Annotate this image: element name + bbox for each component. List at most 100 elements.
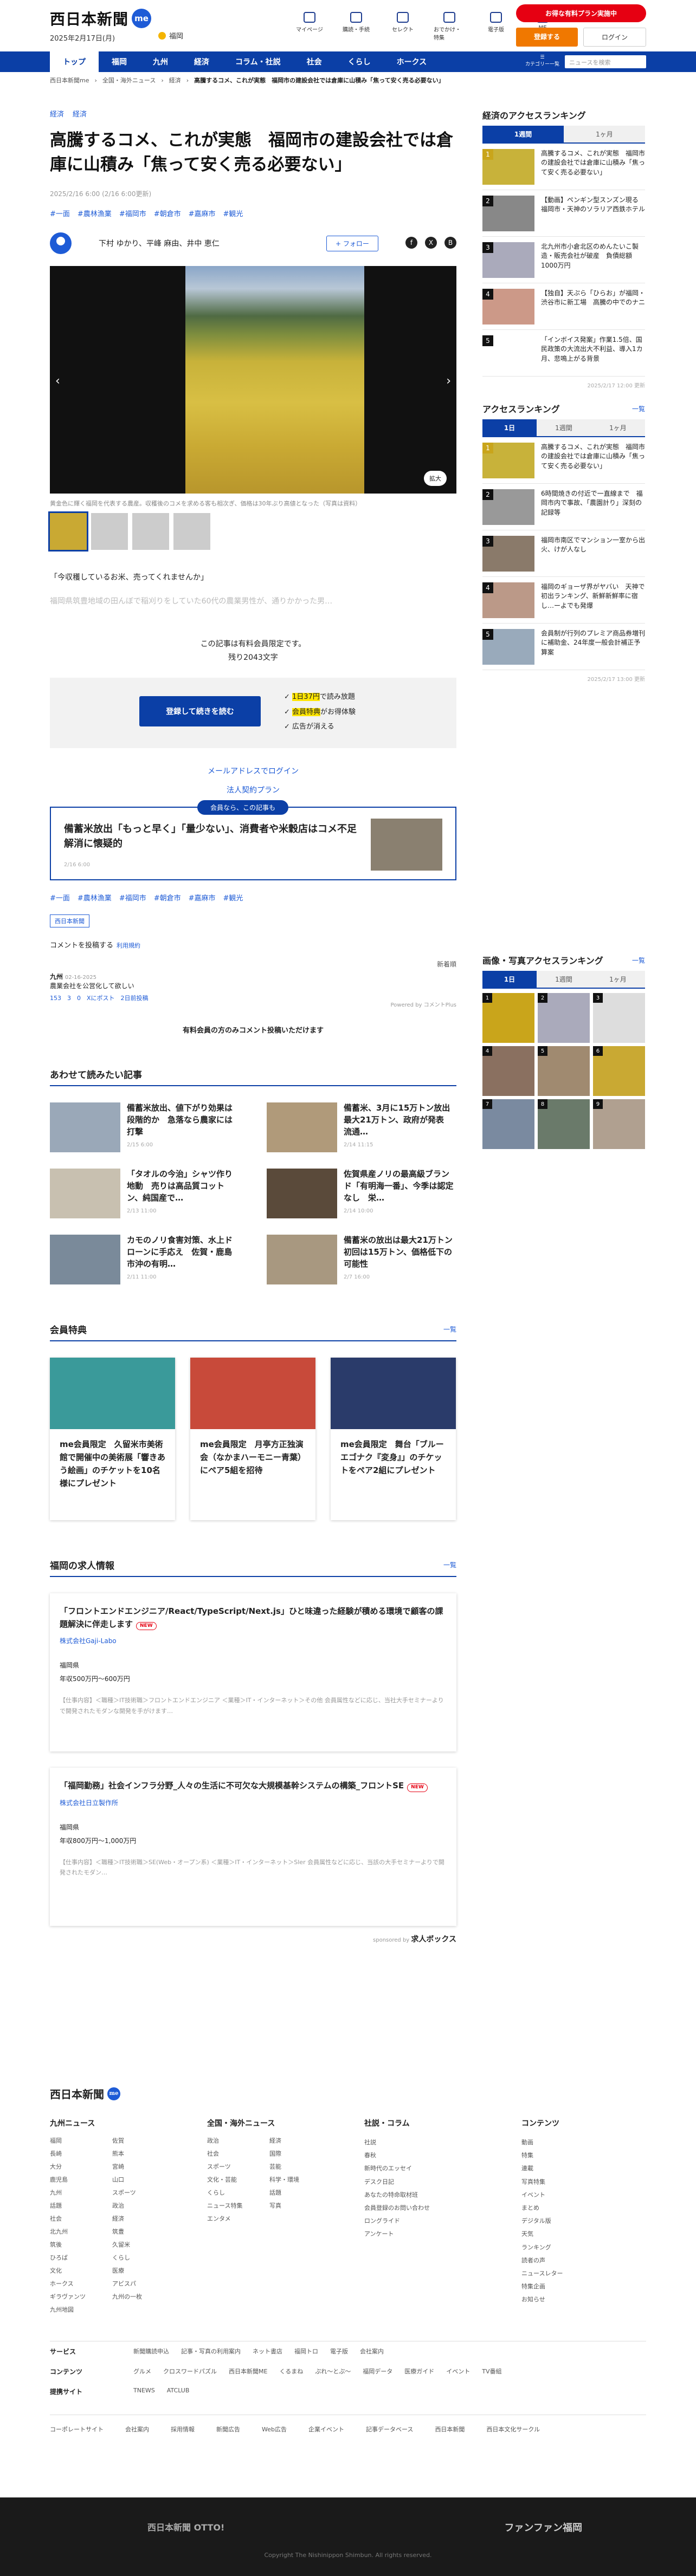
footer-link[interactable]: 大分 xyxy=(50,2162,112,2171)
footer-link[interactable]: アビスパ xyxy=(112,2279,175,2288)
category-link[interactable]: 経済 xyxy=(73,108,87,119)
footer-link[interactable]: TNEWS xyxy=(133,2387,155,2394)
footer-link[interactable]: クロスワードパズル xyxy=(163,2368,217,2375)
footer-link[interactable]: 話題 xyxy=(269,2188,332,2197)
footer-link[interactable]: 会社案内 xyxy=(360,2348,384,2355)
comment-rules-link[interactable]: 利用規約 xyxy=(117,942,140,949)
login-button[interactable]: ログイン xyxy=(583,28,646,47)
footer-link[interactable]: 西日本文化サークル xyxy=(486,2425,540,2434)
benefits-more-link[interactable]: 一覧 xyxy=(443,1325,456,1334)
footer-link[interactable]: 春秋 xyxy=(364,2149,489,2162)
footer-link[interactable]: 政治 xyxy=(207,2136,269,2145)
header-icon-outing[interactable]: おでかけ・特集 xyxy=(434,12,465,41)
ranking-item[interactable]: 4 【独自】天ぷら「ひらお」が福岡・渋谷市に新工場 高騰の中でのナニ xyxy=(482,283,645,330)
footer-link[interactable]: くるまね xyxy=(279,2368,303,2375)
breadcrumb-national[interactable]: 全国・海外ニュース xyxy=(102,76,156,85)
footer-link[interactable]: ぷれ〜とぷ〜 xyxy=(315,2368,351,2375)
nav-economy[interactable]: 経済 xyxy=(181,51,222,72)
x-share-icon[interactable]: X xyxy=(425,236,437,249)
photo-thumb[interactable]: 9 xyxy=(593,1099,645,1149)
thumbnail[interactable] xyxy=(132,512,169,550)
footer-link[interactable]: 社会 xyxy=(207,2149,269,2158)
facebook-share-icon[interactable]: f xyxy=(405,236,417,249)
footer-link[interactable]: Web広告 xyxy=(262,2425,287,2434)
footer-link[interactable]: 新聞広告 xyxy=(216,2425,240,2434)
footer-logo[interactable]: 西日本新聞 me xyxy=(50,2086,646,2101)
tab-month[interactable]: 1ヶ月 xyxy=(564,126,645,142)
footer-link[interactable]: 鹿児島 xyxy=(50,2175,112,2184)
thumbnail[interactable] xyxy=(91,512,128,550)
nav-kyushu[interactable]: 九州 xyxy=(140,51,181,72)
footer-link[interactable]: 佐賀 xyxy=(112,2136,175,2145)
site-logo[interactable]: 西日本新聞 me xyxy=(50,8,152,29)
photo-thumb[interactable]: 3 xyxy=(593,993,645,1043)
job-card[interactable]: 「フロントエンドエンジニア/React/TypeScript/Next.js」ひ… xyxy=(50,1593,456,1751)
tag-link[interactable]: #観光 xyxy=(223,892,243,903)
footer-link[interactable]: コーポレートサイト xyxy=(50,2425,104,2434)
footer-link[interactable]: ひろば xyxy=(50,2253,112,2262)
footer-link[interactable]: くらし xyxy=(207,2188,269,2197)
footer-link[interactable]: 北九州 xyxy=(50,2227,112,2236)
thumbnail[interactable] xyxy=(173,512,210,550)
related-item[interactable]: 「タオルの今治」シャツ作り地動 売りは高品質コットン、純国産で… 2/13 11:… xyxy=(50,1169,240,1219)
footer-link[interactable]: 新聞購読申込 xyxy=(133,2348,169,2355)
footer-link[interactable]: 経済 xyxy=(112,2214,175,2223)
thumbnail[interactable] xyxy=(48,511,88,551)
zoom-button[interactable]: 拡大 xyxy=(424,470,447,486)
bookmark-icon[interactable]: B xyxy=(444,236,456,249)
footer-link[interactable]: 宮崎 xyxy=(112,2162,175,2171)
footer-link[interactable]: 西日本新聞 xyxy=(435,2425,465,2434)
job-card[interactable]: 「福岡勤務」社会インフラ分野_人々の生活に不可欠な大規模基幹システムの構築_フロ… xyxy=(50,1768,456,1926)
breadcrumb-economy[interactable]: 経済 xyxy=(169,76,181,85)
footer-link[interactable]: 特集 xyxy=(521,2149,646,2162)
footer-link[interactable]: 経済 xyxy=(269,2136,332,2145)
tag-link[interactable]: #観光 xyxy=(223,208,243,218)
next-arrow-icon[interactable]: › xyxy=(446,374,451,388)
footer-link[interactable]: 福岡データ xyxy=(363,2368,392,2375)
tag-link[interactable]: #福岡市 xyxy=(119,208,146,218)
search-input[interactable]: ニュースを検索 xyxy=(565,55,646,68)
footer-link[interactable]: グルメ xyxy=(133,2368,151,2375)
tag-link[interactable]: #一面 xyxy=(50,892,70,903)
footer-link[interactable]: TV番組 xyxy=(482,2368,501,2375)
breadcrumb-home[interactable]: 西日本新聞me xyxy=(50,76,89,85)
footer-link[interactable]: 山口 xyxy=(112,2175,175,2184)
photo-thumb[interactable]: 8 xyxy=(538,1099,590,1149)
header-icon-select[interactable]: セレクト xyxy=(387,12,418,41)
footer-link[interactable]: 福岡 xyxy=(50,2136,112,2145)
tag-link[interactable]: #一面 xyxy=(50,208,70,218)
recommended-article[interactable]: 会員なら、この記事も 備蓄米放出「もっと早く」「量少ない」、消費者や米穀店はコメ… xyxy=(50,800,456,881)
header-icon-digital[interactable]: 電子版 xyxy=(480,12,512,41)
footer-link[interactable]: 動画 xyxy=(521,2136,646,2149)
footer-link[interactable]: 写真特集 xyxy=(521,2176,646,2189)
tab-week[interactable]: 1週間 xyxy=(537,971,591,988)
footer-link[interactable]: スポーツ xyxy=(207,2162,269,2171)
header-icon-mypage[interactable]: マイページ xyxy=(294,12,325,41)
fanfan-logo[interactable]: ファンファン福岡 xyxy=(505,2520,582,2534)
prev-arrow-icon[interactable]: ‹ xyxy=(55,374,60,388)
footer-link[interactable]: 天気 xyxy=(521,2228,646,2241)
footer-link[interactable]: 社会 xyxy=(50,2214,112,2223)
benefit-card[interactable]: me会員限定 久留米市美術館で開催中の美術展「響きあう絵画」のチケットを10名様… xyxy=(50,1358,175,1520)
tab-week[interactable]: 1週間 xyxy=(537,419,591,436)
photo-ranking-more-link[interactable]: 一覧 xyxy=(632,956,645,965)
footer-link[interactable]: お知らせ xyxy=(521,2293,646,2306)
photo-thumb[interactable]: 7 xyxy=(482,1099,534,1149)
comment-prompt[interactable]: コメントを投稿する 利用規約 xyxy=(50,939,456,950)
tag-link[interactable]: #嘉麻市 xyxy=(189,208,216,218)
related-item[interactable]: 備蓄米、3月に15万トン放出 最大21万トン、政府が発表 流通… 2/14 11:… xyxy=(267,1102,458,1153)
tag-link[interactable]: #農林漁業 xyxy=(78,208,112,218)
header-weather[interactable]: 福岡 xyxy=(158,30,183,41)
ranking-item[interactable]: 4 福岡のギョーザ界がヤバい 天神で初出ランキング、新鮮新鮮率に宿し…ーよでも発爆 xyxy=(482,577,645,624)
ranking-item[interactable]: 1 高騰するコメ、これが実態 福岡市の建設会社では倉庫に山積み「焦って安く売る必要… xyxy=(482,437,645,484)
footer-link[interactable]: 写真 xyxy=(269,2201,332,2210)
footer-link[interactable]: 熊本 xyxy=(112,2149,175,2158)
footer-link[interactable]: 福岡トロ xyxy=(294,2348,318,2355)
footer-link[interactable]: ランキング xyxy=(521,2241,646,2254)
photo-thumb[interactable]: 6 xyxy=(593,1046,645,1096)
register-to-read-button[interactable]: 登録して続きを読む xyxy=(139,696,261,727)
article-photo[interactable]: ‹ › 拡大 xyxy=(50,265,456,494)
footer-link[interactable]: 採用情報 xyxy=(171,2425,195,2434)
footer-link[interactable]: イベント xyxy=(521,2189,646,2202)
related-item[interactable]: カモのノリ食害対策、水上ドローンに手応え 佐賀・鹿島市沖の有明… 2/11 11:… xyxy=(50,1235,240,1285)
